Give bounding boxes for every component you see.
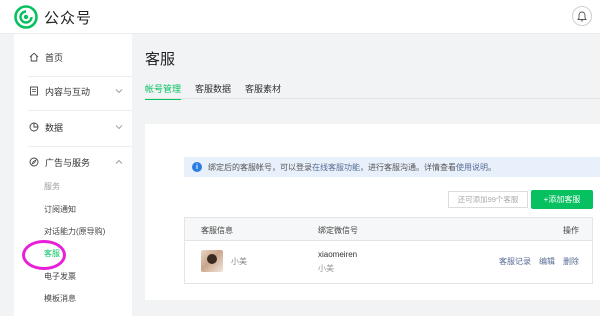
sidebar-item-data[interactable]: 数据 bbox=[28, 118, 128, 136]
table-header: 客服信息 绑定微信号 操作 bbox=[185, 218, 592, 241]
notice-link-online-service[interactable]: 在线客服功能 bbox=[312, 162, 360, 173]
notice-text: 。 bbox=[488, 162, 496, 172]
avatar bbox=[201, 250, 223, 272]
pie-chart-icon bbox=[28, 122, 39, 133]
top-bar: 公众号 bbox=[0, 0, 600, 34]
sidebar-subitem-subscription-notice[interactable]: 订阅通知 bbox=[44, 203, 76, 217]
column-header-actions: 操作 bbox=[563, 226, 579, 235]
customer-service-table: 客服信息 绑定微信号 操作 小美 xiaomeiren 小美 客服记录 编辑 删… bbox=[184, 217, 593, 284]
info-icon: i bbox=[192, 162, 202, 172]
sidebar-subitem-template-message[interactable]: 模板消息 bbox=[44, 292, 76, 306]
page-title: 客服 bbox=[145, 50, 176, 68]
notice-link-usage-guide[interactable]: 使用说明 bbox=[456, 162, 488, 173]
wechat-nickname: 小美 bbox=[318, 264, 334, 273]
edit-link[interactable]: 编辑 bbox=[539, 256, 555, 267]
sidebar-divider bbox=[28, 76, 132, 77]
app-title: 公众号 bbox=[44, 9, 93, 27]
sidebar-item-home[interactable]: 首页 bbox=[28, 48, 128, 66]
bell-icon bbox=[577, 11, 587, 21]
compass-icon bbox=[28, 157, 39, 168]
sidebar-subheading-services: 服务 bbox=[44, 182, 60, 191]
notice-text: ，进行客服沟通。详情查看 bbox=[360, 162, 456, 172]
sidebar-item-label: 广告与服务 bbox=[45, 157, 91, 168]
sidebar-item-label: 首页 bbox=[45, 52, 64, 63]
sidebar-item-label: 内容与互动 bbox=[45, 86, 91, 97]
document-icon bbox=[28, 86, 39, 97]
sidebar-divider bbox=[28, 146, 132, 147]
sidebar-item-label: 数据 bbox=[45, 122, 64, 133]
column-header-wechat: 绑定微信号 bbox=[318, 226, 358, 235]
wechat-id: xiaomeiren bbox=[318, 250, 358, 259]
sidebar-item-ads-services[interactable]: 广告与服务 bbox=[28, 153, 128, 171]
home-icon bbox=[28, 52, 39, 63]
chevron-down-icon bbox=[115, 125, 123, 130]
sidebar: 首页 内容与互动 数据 广告与服务 服务 订阅通知 对话能力(原导购) 客服 电… bbox=[14, 34, 132, 316]
sidebar-subitem-e-invoice[interactable]: 电子发票 bbox=[44, 270, 76, 284]
sidebar-subitem-conversation[interactable]: 对话能力(原导购) bbox=[44, 225, 105, 239]
delete-link[interactable]: 删除 bbox=[563, 256, 579, 267]
column-header-info: 客服信息 bbox=[201, 226, 233, 235]
add-customer-service-button[interactable]: +添加客服 bbox=[531, 190, 593, 209]
highlight-circle-annotation bbox=[22, 240, 66, 270]
wechat-official-account-logo-icon[interactable] bbox=[14, 5, 38, 29]
notice-text: 绑定后的客服帐号，可以登录 bbox=[208, 162, 312, 172]
tab-underline bbox=[145, 98, 600, 99]
info-notice: i 绑定后的客服帐号，可以登录 在线客服功能 ，进行客服沟通。详情查看 使用说明… bbox=[184, 157, 600, 177]
service-name: 小美 bbox=[231, 257, 247, 266]
chevron-down-icon bbox=[115, 89, 123, 94]
service-records-link[interactable]: 客服记录 bbox=[499, 256, 531, 267]
sidebar-item-content[interactable]: 内容与互动 bbox=[28, 82, 128, 100]
quota-indicator: 还可添加99个客服 bbox=[448, 191, 528, 208]
chevron-up-icon bbox=[115, 159, 123, 164]
bell-button[interactable] bbox=[572, 6, 592, 26]
sidebar-divider bbox=[28, 110, 132, 111]
